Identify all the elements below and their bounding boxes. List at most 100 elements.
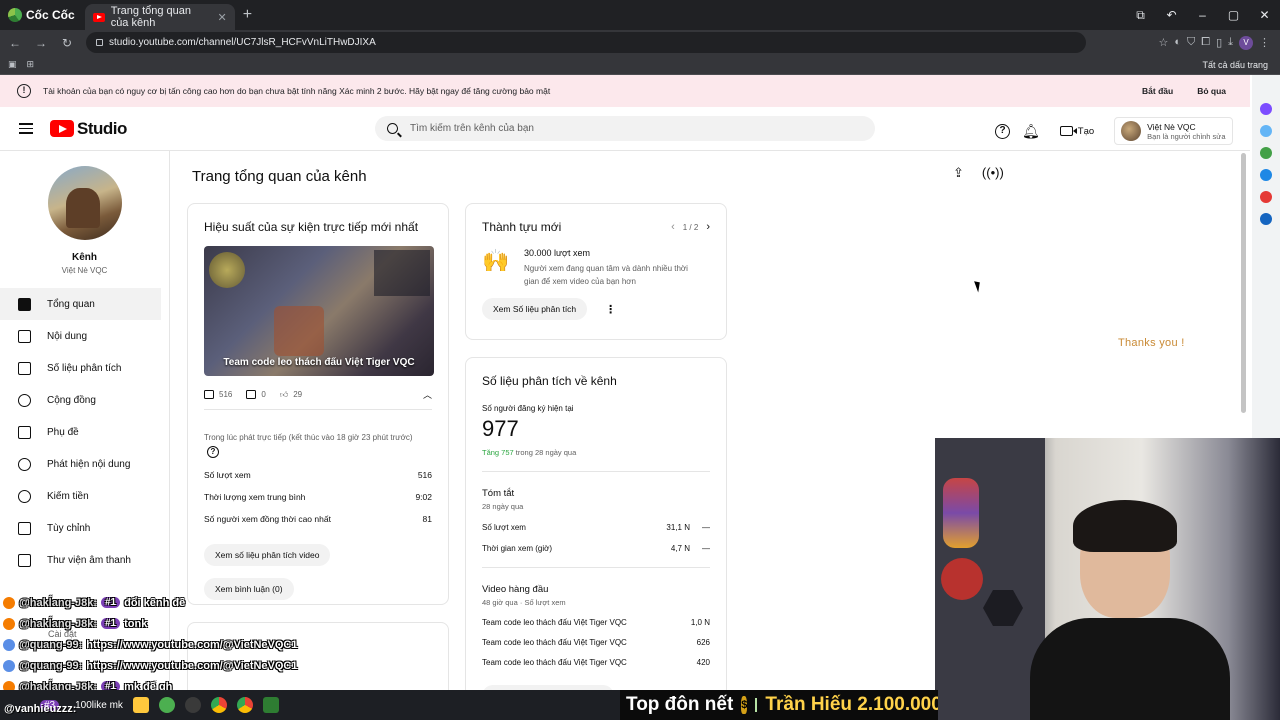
sidebar-item-community[interactable]: Cộng đồng — [0, 384, 161, 416]
webcam-overlay — [935, 438, 1280, 720]
address-bar-row: ← → ↻ studio.youtube.com/channel/UC7JlsR… — [0, 30, 1280, 55]
banner-skip-button[interactable]: Bỏ qua — [1191, 82, 1232, 100]
chevron-up-icon[interactable]: ︿ — [423, 388, 432, 401]
audio-library-icon — [18, 553, 31, 567]
growth-value: Tăng 757 — [482, 448, 514, 457]
browser-brand[interactable]: Cốc Cốc — [0, 8, 85, 22]
forward-icon[interactable]: → — [30, 36, 52, 50]
chat-user-badge-icon — [3, 638, 15, 651]
top-video-views: 626 — [696, 638, 710, 647]
browser-tab-active[interactable]: Trang tổng quan của kênh ✕ — [84, 4, 235, 30]
growth-period: trong 28 ngày qua — [515, 448, 577, 457]
messenger-icon[interactable] — [1260, 103, 1272, 115]
channel-avatar[interactable] — [48, 166, 122, 240]
view-video-analytics-button[interactable]: Xem số liệu phân tích video — [204, 544, 331, 566]
likes-goal-text: 100like mk — [75, 699, 123, 711]
browser-tabstrip: Cốc Cốc Trang tổng quan của kênh ✕ + ⧉ ↶… — [0, 0, 1280, 30]
community-icon — [18, 393, 31, 407]
menu-kebab-icon[interactable]: ⋮ — [1259, 36, 1270, 50]
metric-value: 9:02 — [415, 492, 432, 502]
chat-text: https://www.youtube.com/@VietNeVQC1 — [86, 638, 298, 651]
reload-icon[interactable]: ↻ — [56, 36, 78, 50]
notifications-bell-icon[interactable]: 🔔︎ — [1022, 123, 1040, 140]
extensions-icon[interactable]: ⧠ — [1201, 36, 1210, 50]
sidebar-item-analytics[interactable]: Số liệu phân tích — [0, 352, 161, 384]
all-bookmarks-link[interactable]: Tất cả dấu trang — [1202, 60, 1268, 70]
top-video-row[interactable]: Team code leo thách đấu Việt Tiger VQC 4… — [482, 658, 710, 667]
studio-logo[interactable]: Studio — [50, 119, 127, 139]
maximize-icon[interactable]: ▢ — [1218, 8, 1249, 23]
obs-icon[interactable] — [184, 697, 201, 713]
apps-grid-icon[interactable]: ⊞ — [27, 59, 35, 70]
chrome-alt-icon[interactable] — [236, 697, 253, 713]
account-avatar — [1121, 121, 1142, 141]
sidebar-item-customization[interactable]: Tùy chỉnh — [0, 512, 161, 544]
view-analytics-button[interactable]: Xem Số liệu phân tích — [482, 298, 588, 320]
help-icon[interactable]: ? — [995, 123, 1010, 139]
close-window-icon[interactable]: ✕ — [1249, 8, 1280, 23]
dark-mode-icon[interactable]: ◐ — [1174, 36, 1181, 50]
top-video-row[interactable]: Team code leo thách đấu Việt Tiger VQC 6… — [482, 638, 710, 647]
video-camera-icon — [1059, 126, 1077, 136]
metric-label: Số lượt xem — [204, 470, 251, 480]
thumbnail-decor — [274, 306, 324, 356]
profile-avatar[interactable]: V — [1239, 35, 1253, 50]
channel-heading: Kênh — [72, 252, 97, 263]
facebook-icon[interactable] — [1260, 213, 1272, 225]
help-circle-icon[interactable]: ? — [207, 446, 219, 458]
url-bar[interactable]: studio.youtube.com/channel/UC7JlsR_HCFvV… — [86, 32, 1086, 53]
sidebar-item-content-detection[interactable]: Phát hiện nội dung — [0, 448, 161, 480]
back-history-icon[interactable]: ↶ — [1156, 8, 1187, 23]
download-icon[interactable]: ⤓ — [1228, 36, 1233, 50]
sidebar-toggle-icon[interactable]: ▯ — [1216, 36, 1222, 50]
summary-metric-row: Thời gian xem (giờ) 4,7 N — — [482, 544, 710, 553]
tab-close-icon[interactable]: ✕ — [217, 11, 226, 24]
translate-icon[interactable] — [1260, 169, 1272, 181]
minimize-icon[interactable]: – — [1187, 8, 1218, 23]
app-stack-icon[interactable] — [262, 697, 279, 713]
chevron-right-icon[interactable]: › — [706, 221, 710, 233]
top-videos-title: Video hàng đầu — [482, 584, 549, 595]
streamer-hair — [1073, 500, 1177, 552]
game-extension-icon[interactable] — [1260, 147, 1272, 159]
more-options-icon[interactable]: ⋮ — [605, 303, 616, 316]
back-icon[interactable]: ← — [4, 36, 26, 50]
new-tab-icon[interactable]: + — [243, 6, 252, 24]
screenshot-icon[interactable]: ⧉ — [1125, 8, 1156, 23]
top-video-row[interactable]: Team code leo thách đấu Việt Tiger VQC 1… — [482, 618, 710, 627]
create-button[interactable]: Tạo — [1052, 126, 1102, 137]
search-icon[interactable] — [387, 123, 398, 134]
metric-label: Thời gian xem (giờ) — [482, 544, 553, 553]
sidebar-item-label: Thư viện âm thanh — [47, 554, 131, 566]
account-switcher[interactable]: Việt Nè VQC Bạn là người chỉnh sửa — [1114, 117, 1233, 145]
tab-search-icon[interactable]: ▣ — [8, 59, 17, 70]
menu-hamburger-icon[interactable] — [19, 120, 33, 137]
window-controls: ⧉ ↶ – ▢ ✕ — [1125, 8, 1280, 23]
live-likes-count: 29 — [293, 390, 303, 399]
chat-extension-icon[interactable] — [1260, 125, 1272, 137]
youtube-side-icon[interactable] — [1260, 191, 1272, 203]
sidebar-item-audio-library[interactable]: Thư viện âm thanh — [0, 544, 161, 576]
coccoc-taskbar-icon[interactable] — [158, 697, 175, 713]
search-input[interactable] — [410, 123, 830, 134]
sidebar-item-content[interactable]: Nội dung — [0, 320, 161, 352]
chevron-left-icon[interactable]: ‹ — [671, 221, 675, 233]
donation-ticker: Top đôn nết $ Trần Hiếu 2.100.000 — [620, 690, 938, 720]
upload-icon[interactable]: ⇪ — [953, 165, 964, 181]
banner-start-button[interactable]: Bắt đầu — [1136, 82, 1179, 100]
channel-search[interactable] — [375, 116, 875, 141]
go-live-icon[interactable]: ((•)) — [982, 165, 1004, 181]
page-scrollbar[interactable] — [1241, 153, 1246, 413]
site-info-icon[interactable] — [96, 39, 103, 46]
sidebar-item-subtitles[interactable]: Phụ đề — [0, 416, 161, 448]
sidebar-item-dashboard[interactable]: Tổng quan — [0, 288, 161, 320]
chrome-icon[interactable] — [210, 697, 227, 713]
sidebar-item-monetization[interactable]: Kiếm tiền — [0, 480, 161, 512]
file-explorer-icon[interactable] — [132, 697, 149, 713]
subscriber-growth: Tăng 757 trong 28 ngày qua — [482, 448, 710, 457]
shield-icon[interactable]: ⛉ — [1187, 36, 1195, 50]
wall-sticker — [941, 558, 983, 600]
live-thumbnail[interactable]: Team code leo thách đấu Việt Tiger VQC — [204, 246, 434, 376]
bookmark-star-icon[interactable]: ☆ — [1158, 36, 1168, 50]
chat-text: tonk — [124, 617, 148, 630]
